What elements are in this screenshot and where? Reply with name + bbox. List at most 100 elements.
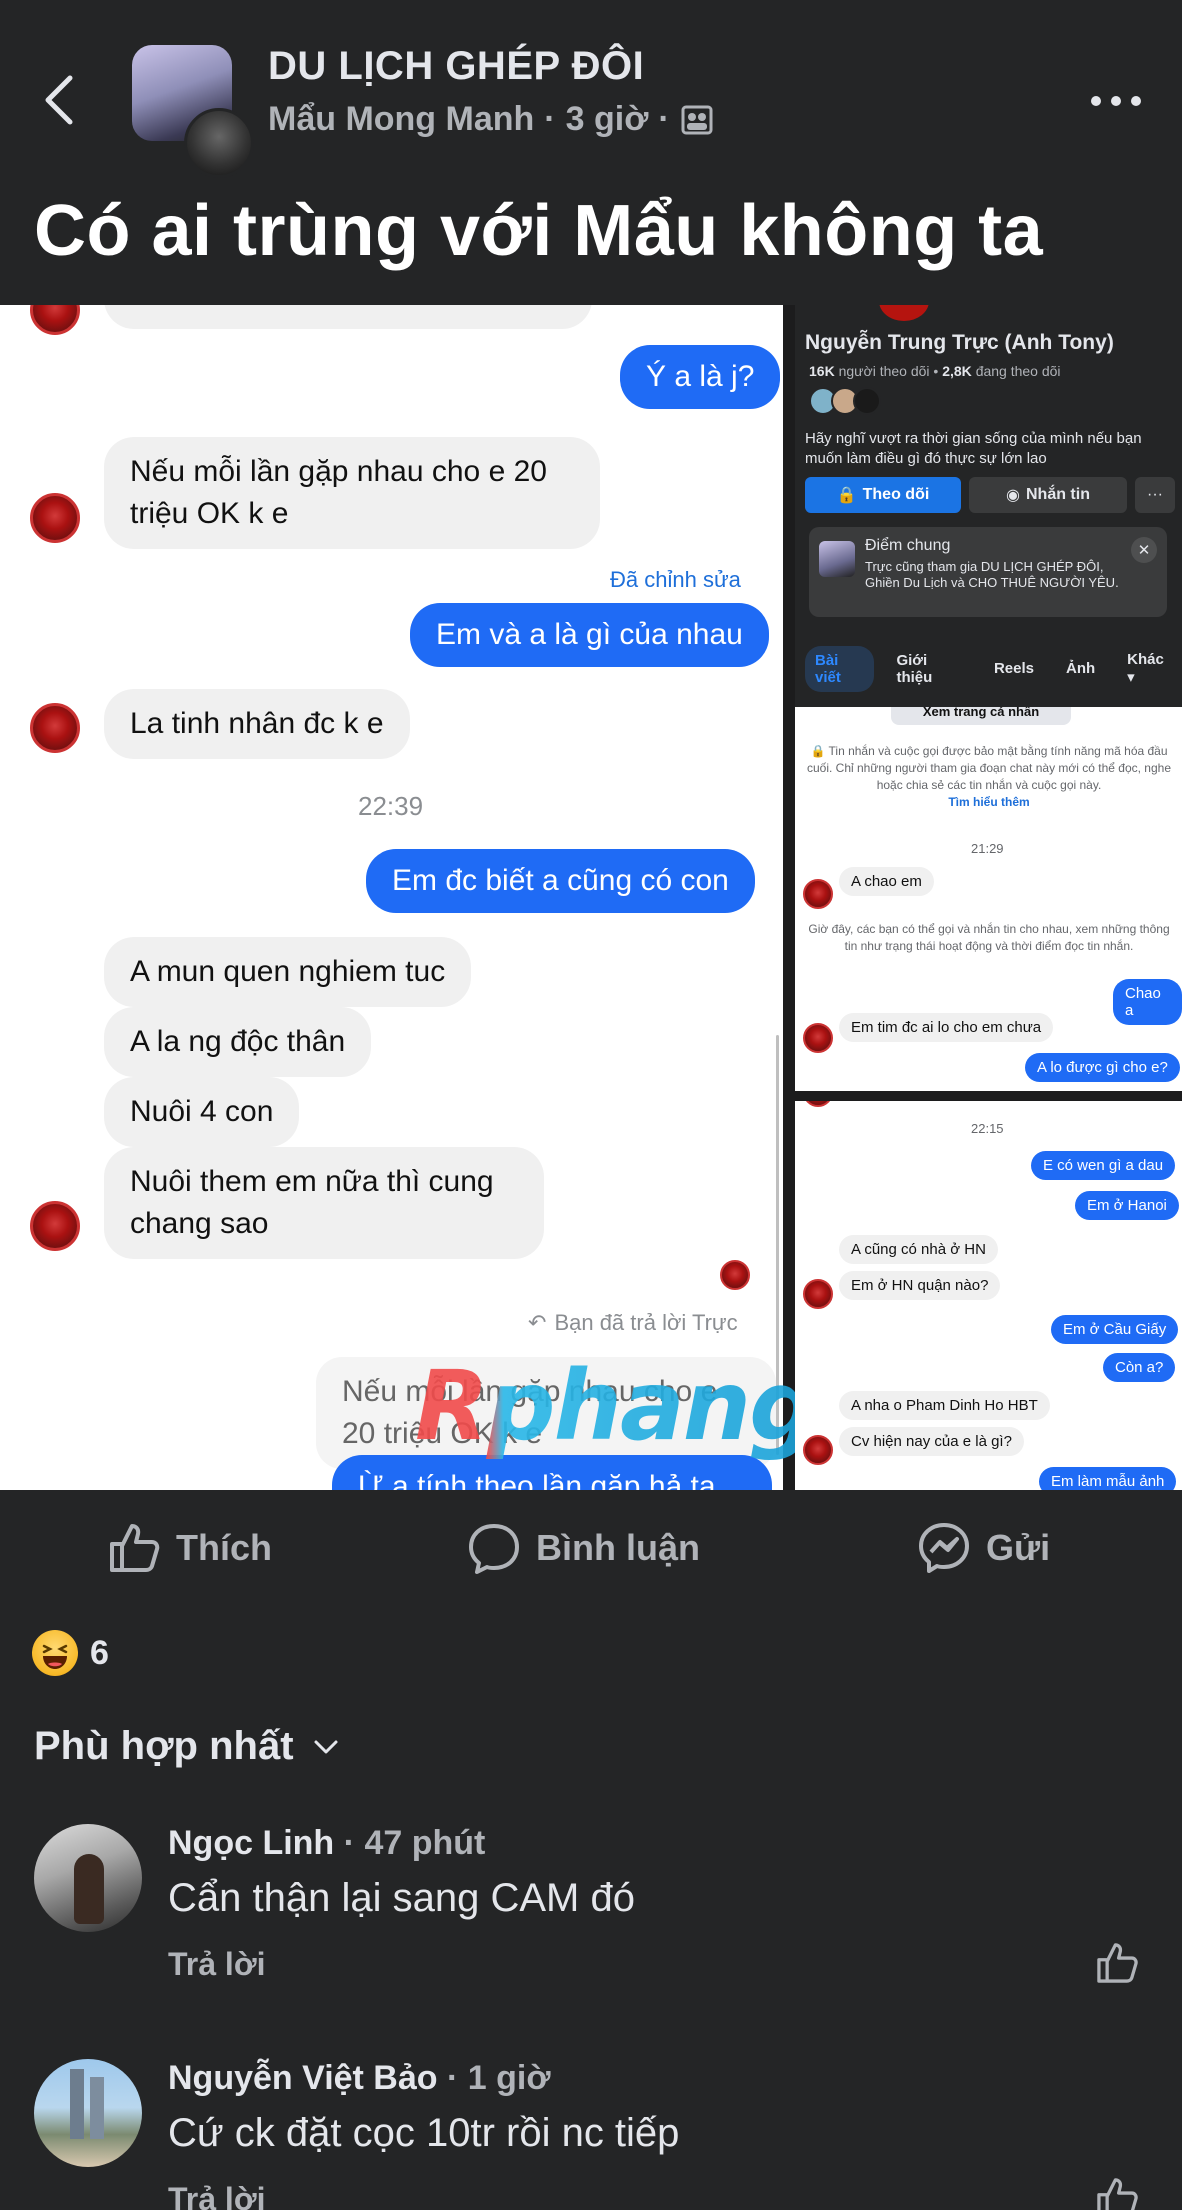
post-header: DU LỊCH GHÉP ĐÔI Mẩu Mong Manh · 3 giờ ·… bbox=[0, 0, 1182, 300]
profile-tabs: Bài viết Giới thiệu Reels Ảnh Khác ▾ bbox=[805, 645, 1182, 692]
chat-bubble-in: A la ng độc thân bbox=[104, 1007, 372, 1077]
comment-bubble-icon bbox=[469, 1524, 519, 1574]
reply-arrow-icon: ↶ bbox=[528, 1310, 547, 1335]
avatar-tower bbox=[90, 2077, 104, 2139]
back-arrow-icon[interactable] bbox=[40, 70, 80, 130]
sender-avatar bbox=[30, 703, 80, 753]
chat-bubble-in: A chao em bbox=[839, 867, 934, 896]
followers-label: người theo dõi bbox=[838, 363, 930, 379]
view-profile-label: Xem trang cá nhân bbox=[922, 707, 1040, 719]
reply-button[interactable]: Trả lời bbox=[168, 1946, 265, 1983]
more-options-icon[interactable] bbox=[1086, 86, 1146, 116]
reaction-summary[interactable]: 6 bbox=[32, 1630, 109, 1676]
author-name[interactable]: Mẩu Mong Manh bbox=[268, 100, 534, 139]
chat-bubble-out: Em đc biết a cũng có con bbox=[366, 849, 755, 913]
sender-avatar bbox=[803, 1279, 833, 1309]
follow-label: Theo dõi bbox=[862, 486, 930, 503]
comment-sort-dropdown[interactable]: Phù hợp nhất bbox=[34, 1724, 340, 1769]
post-time[interactable]: 3 giờ bbox=[566, 100, 649, 139]
comment-text: Cứ ck đặt cọc 10tr rồi nc tiếp bbox=[168, 2111, 680, 2155]
messenger-icon bbox=[919, 1523, 969, 1573]
commenter-name-text: Ngọc Linh bbox=[168, 1824, 335, 1862]
followers-count: 16K bbox=[809, 363, 835, 379]
common-thumb bbox=[819, 541, 855, 577]
meta-separator: · bbox=[658, 100, 670, 138]
chat-bubble-in: A mun quen nghiem tuc bbox=[104, 937, 472, 1007]
post-meta: Mẩu Mong Manh · 3 giờ · bbox=[268, 100, 714, 139]
thumbs-up-icon[interactable] bbox=[1094, 1940, 1140, 1986]
like-label: Thích bbox=[176, 1527, 272, 1568]
chat-bubble-out: Em và a là gì của nhau bbox=[410, 603, 769, 667]
chat-bubble-out: E có wen gì a dau bbox=[1031, 1151, 1176, 1180]
common-title: Điểm chung bbox=[865, 537, 951, 554]
sender-avatar bbox=[803, 1435, 833, 1465]
avatar-tower bbox=[70, 2069, 84, 2139]
watermark: Rphang bbox=[415, 1350, 818, 1462]
tab-photos: Ảnh bbox=[1065, 660, 1096, 677]
left-chat-screenshot: Ý a là j? Nếu mỗi lần gặp nhau cho e 20 … bbox=[0, 305, 783, 1490]
chat-bubble-in: A cũng có nhà ở HN bbox=[839, 1235, 998, 1264]
chat-bubble-out: Em ở Cầu Giấy bbox=[1051, 1315, 1179, 1344]
message-button: ◉ Nhắn tin bbox=[969, 477, 1127, 513]
author-avatar[interactable] bbox=[184, 108, 254, 178]
reply-button[interactable]: Trả lời bbox=[168, 2181, 265, 2210]
chat-bubble-out: Em làm mẫu ảnh bbox=[1039, 1467, 1177, 1490]
sender-avatar bbox=[30, 305, 80, 335]
chat-bubble-in: Nuôi 4 con bbox=[104, 1077, 300, 1147]
chat-bubble-out: Ý a là j? bbox=[620, 345, 781, 409]
profile-screenshot: Nguyễn Trung Trực (Anh Tony) 16K người t… bbox=[795, 305, 1182, 707]
close-icon: ✕ bbox=[1131, 537, 1157, 563]
commenter-name[interactable]: Ngọc Linh · 47 phút bbox=[168, 1824, 485, 1863]
friend-avatar bbox=[853, 387, 881, 415]
message-label: Nhắn tin bbox=[1025, 486, 1090, 503]
meta-separator: · bbox=[544, 100, 556, 138]
middle-chat-screenshot: Xem trang cá nhân 🔒 Tin nhắn và cuộc gọi… bbox=[795, 707, 1182, 1091]
comment-label: Bình luận bbox=[536, 1527, 700, 1568]
group-name[interactable]: DU LỊCH GHÉP ĐÔI bbox=[268, 44, 644, 89]
reply-indicator: ↶ Bạn đã trả lời Trực bbox=[528, 1310, 738, 1336]
chat-bubble-in: Cv hiện nay của e là gì? bbox=[839, 1427, 1024, 1456]
stats-separator: • bbox=[933, 363, 943, 379]
comment-time-text: 47 phút bbox=[364, 1824, 486, 1862]
tab-about: Giới thiệu bbox=[896, 651, 933, 686]
comment-time-text: 1 giờ bbox=[467, 2059, 551, 2097]
sender-avatar-cut bbox=[803, 1101, 833, 1107]
lock-icon: 🔒 bbox=[836, 487, 857, 504]
tab-reels: Reels bbox=[993, 660, 1034, 677]
commenter-name[interactable]: Nguyễn Việt Bảo · 1 giờ bbox=[168, 2059, 551, 2098]
tab-more-label: Khác bbox=[1127, 651, 1164, 668]
chat-bubble-out: A lo được gì cho e? bbox=[1025, 1053, 1180, 1082]
view-profile-button: Xem trang cá nhân bbox=[891, 707, 1071, 725]
thumbs-up-icon[interactable] bbox=[1094, 2175, 1140, 2210]
like-button[interactable]: Thích bbox=[106, 1520, 272, 1576]
send-label: Gửi bbox=[986, 1527, 1051, 1568]
post-image[interactable]: Ý a là j? Nếu mỗi lần gặp nhau cho e 20 … bbox=[0, 305, 1182, 1490]
chat-timestamp: 22:39 bbox=[358, 791, 424, 821]
messenger-icon: ◉ bbox=[1006, 487, 1020, 504]
reply-indicator-text: Bạn đã trả lời Trực bbox=[554, 1310, 738, 1335]
tab-posts: Bài viết bbox=[805, 645, 875, 692]
chat-bubble-out: Còn a? bbox=[1103, 1353, 1176, 1382]
reaction-count: 6 bbox=[90, 1633, 109, 1672]
common-card: Điểm chung Trực cũng tham gia DU LỊCH GH… bbox=[809, 527, 1167, 617]
members-visibility-icon bbox=[681, 105, 713, 134]
lock-icon: 🔒 bbox=[810, 744, 826, 758]
bottom-chat-screenshot: 22:15 E có wen gì a dau Em ở Hanoi A cũn… bbox=[795, 1101, 1182, 1490]
comment-button[interactable]: Bình luận bbox=[466, 1520, 700, 1576]
chat-bubble-in: La tinh nhân đc k e bbox=[104, 689, 410, 759]
chat-bubble-in: Em tim đc ai lo cho em chưa bbox=[839, 1013, 1054, 1042]
sender-avatar bbox=[803, 1023, 833, 1053]
chat-bubble-in: Nuôi them em nữa thì cung chang sao bbox=[104, 1147, 544, 1259]
chat-timestamp: 21:29 bbox=[971, 841, 1004, 856]
commenter-avatar[interactable] bbox=[34, 1824, 142, 1932]
encryption-text: Tin nhắn và cuộc gọi được bảo mật bằng t… bbox=[806, 744, 1172, 792]
commenter-avatar[interactable] bbox=[34, 2059, 142, 2167]
action-bar: Thích Bình luận Gửi bbox=[0, 1490, 1182, 1610]
commenter-name-text: Nguyễn Việt Bảo bbox=[168, 2059, 438, 2097]
post-title: Có ai trùng với Mẩu không ta bbox=[34, 191, 1044, 271]
send-button[interactable]: Gửi bbox=[916, 1520, 1050, 1576]
profile-avatar-cut bbox=[879, 305, 929, 321]
follow-button: 🔒 Theo dõi bbox=[805, 477, 961, 513]
avatar-figure bbox=[74, 1854, 104, 1924]
profile-stats: 16K người theo dõi • 2,8K đang theo dõi bbox=[809, 363, 1061, 379]
